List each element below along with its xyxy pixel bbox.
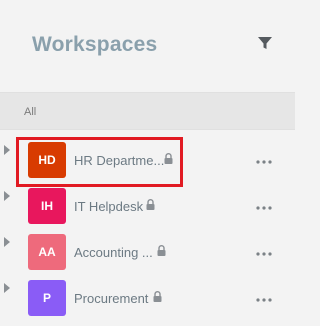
filter-icon[interactable] [256, 34, 274, 52]
lock-icon [146, 199, 155, 210]
lock-icon [153, 291, 162, 302]
workspace-list: HD HR Departme... IH IT Helpdesk AA Acco… [0, 130, 295, 316]
section-header-all: All [0, 92, 295, 130]
lock-icon [157, 245, 166, 256]
more-options-icon[interactable] [255, 159, 273, 165]
lock-icon [164, 153, 173, 164]
workspace-name: Procurement [74, 291, 149, 306]
expand-caret-icon[interactable] [4, 145, 10, 155]
workspace-item-accounting[interactable]: AA Accounting ... [0, 222, 295, 270]
expand-caret-icon[interactable] [4, 237, 10, 247]
workspace-avatar: IH [28, 188, 66, 224]
workspace-name: Accounting ... [74, 245, 153, 260]
workspace-avatar: P [28, 280, 66, 316]
panel-title: Workspaces [32, 33, 158, 56]
section-label: All [24, 106, 37, 118]
workspace-avatar: AA [28, 234, 66, 270]
workspace-item-hr-department[interactable]: HD HR Departme... [0, 130, 295, 178]
workspace-item-it-helpdesk[interactable]: IH IT Helpdesk [0, 176, 295, 224]
expand-caret-icon[interactable] [4, 191, 10, 201]
panel-header: Workspaces [0, 0, 295, 92]
expand-caret-icon[interactable] [4, 283, 10, 293]
more-options-icon[interactable] [255, 205, 273, 211]
more-options-icon[interactable] [255, 297, 273, 303]
workspace-avatar: HD [28, 142, 66, 178]
workspaces-panel: Workspaces All HD HR Departme... IH IT H… [0, 0, 295, 326]
more-options-icon[interactable] [255, 251, 273, 257]
workspace-item-procurement[interactable]: P Procurement [0, 268, 295, 316]
workspace-name: HR Departme... [74, 153, 165, 168]
workspace-name: IT Helpdesk [74, 199, 144, 214]
